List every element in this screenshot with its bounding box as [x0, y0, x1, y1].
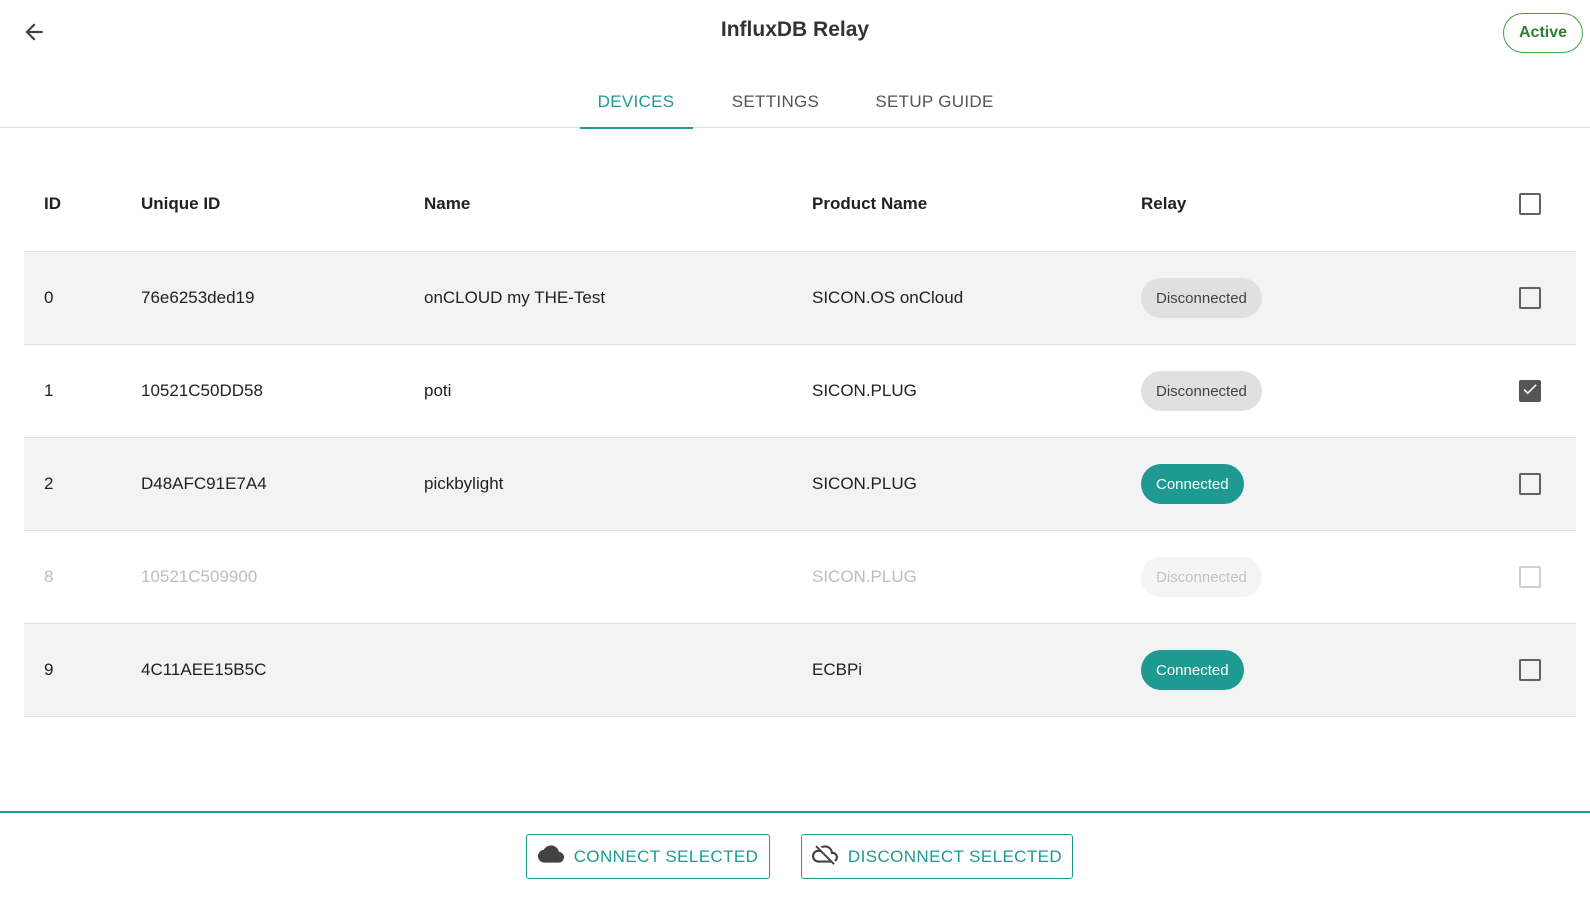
- relay-status-chip: Connected: [1141, 650, 1244, 690]
- top-bar: InfluxDB Relay Active DEVICES SETTINGS S…: [0, 0, 1590, 129]
- cell-relay: Connected: [1141, 624, 1244, 716]
- cell-product-name: SICON.OS onCloud: [812, 288, 964, 307]
- disconnect-selected-button[interactable]: DISCONNECT SELECTED: [801, 834, 1073, 879]
- row-checkbox[interactable]: [1519, 659, 1541, 681]
- tab-setup-guide[interactable]: SETUP GUIDE: [859, 76, 1011, 128]
- select-all-checkbox[interactable]: [1519, 192, 1541, 215]
- cell-select: [1519, 531, 1541, 623]
- table-header-row: ID Unique ID Name Product Name Relay: [24, 156, 1576, 252]
- select-all-cell: [1519, 156, 1541, 251]
- cell-relay: Disconnected: [1141, 345, 1262, 437]
- relay-status-chip: Disconnected: [1141, 371, 1262, 411]
- cloud-off-icon: [811, 843, 838, 870]
- cell-relay: Disconnected: [1141, 531, 1262, 623]
- table-row[interactable]: 1 10521C50DD58 poti SICON.PLUG Disconnec…: [24, 345, 1576, 438]
- connect-selected-label: CONNECT SELECTED: [573, 846, 759, 866]
- cell-product-name: SICON.PLUG: [812, 381, 917, 400]
- cell-id: 2: [44, 474, 54, 493]
- app-window: InfluxDB Relay Active DEVICES SETTINGS S…: [0, 0, 1590, 901]
- cell-id: 8: [44, 567, 54, 586]
- column-header-product-name: Product Name: [812, 193, 928, 213]
- checkmark-icon: [1521, 380, 1539, 403]
- cell-relay: Disconnected: [1141, 252, 1262, 344]
- cell-unique-id: 4C11AEE15B5C: [141, 660, 267, 679]
- status-badge: Active: [1503, 13, 1583, 53]
- cell-id: 9: [44, 660, 54, 679]
- disconnect-selected-label: DISCONNECT SELECTED: [847, 846, 1063, 866]
- cell-product-name: SICON.PLUG: [812, 567, 917, 586]
- devices-table: ID Unique ID Name Product Name Relay 0 7…: [24, 156, 1576, 717]
- cell-unique-id: 76e6253ded19: [141, 288, 255, 307]
- cell-product-name: SICON.PLUG: [812, 474, 917, 493]
- cell-select: [1519, 345, 1541, 437]
- cell-unique-id: 10521C509900: [141, 567, 258, 586]
- cell-relay: Connected: [1141, 438, 1244, 530]
- cell-name: onCLOUD my THE-Test: [424, 288, 606, 307]
- row-checkbox[interactable]: [1519, 287, 1541, 309]
- cell-id: 1: [44, 381, 54, 400]
- relay-status-chip: Connected: [1141, 464, 1244, 504]
- relay-status-chip: Disconnected: [1141, 557, 1262, 597]
- table-row: 8 10521C509900 SICON.PLUG Disconnected: [24, 531, 1576, 624]
- row-checkbox[interactable]: [1519, 473, 1541, 495]
- cloud-icon: [537, 844, 564, 869]
- cell-product-name: ECBPi: [812, 660, 863, 679]
- tab-devices[interactable]: DEVICES: [579, 76, 693, 129]
- connect-selected-button[interactable]: CONNECT SELECTED: [526, 834, 770, 879]
- tab-bar: DEVICES SETTINGS SETUP GUIDE: [0, 76, 1590, 129]
- row-checkbox[interactable]: [1519, 380, 1541, 402]
- column-header-id: ID: [44, 193, 61, 213]
- cell-name: pickbylight: [424, 474, 504, 493]
- cell-select: [1519, 252, 1541, 344]
- action-footer: CONNECT SELECTED DISCONNECT SELECTED: [0, 811, 1590, 901]
- page-title: InfluxDB Relay: [720, 18, 870, 41]
- cell-select: [1519, 438, 1541, 530]
- column-header-relay: Relay: [1141, 193, 1187, 213]
- table-row[interactable]: 9 4C11AEE15B5C ECBPi Connected: [24, 624, 1576, 717]
- table-row[interactable]: 2 D48AFC91E7A4 pickbylight SICON.PLUG Co…: [24, 438, 1576, 531]
- cell-unique-id: 10521C50DD58: [141, 381, 263, 400]
- column-header-unique-id: Unique ID: [141, 193, 221, 213]
- table-row[interactable]: 0 76e6253ded19 onCLOUD my THE-Test SICON…: [24, 252, 1576, 345]
- cell-name: poti: [424, 381, 452, 400]
- column-header-name: Name: [424, 193, 471, 213]
- row-checkbox: [1519, 566, 1541, 588]
- tab-settings[interactable]: SETTINGS: [693, 76, 859, 128]
- cell-unique-id: D48AFC91E7A4: [141, 474, 267, 493]
- relay-status-chip: Disconnected: [1141, 278, 1262, 318]
- cell-select: [1519, 624, 1541, 716]
- cell-id: 0: [44, 288, 54, 307]
